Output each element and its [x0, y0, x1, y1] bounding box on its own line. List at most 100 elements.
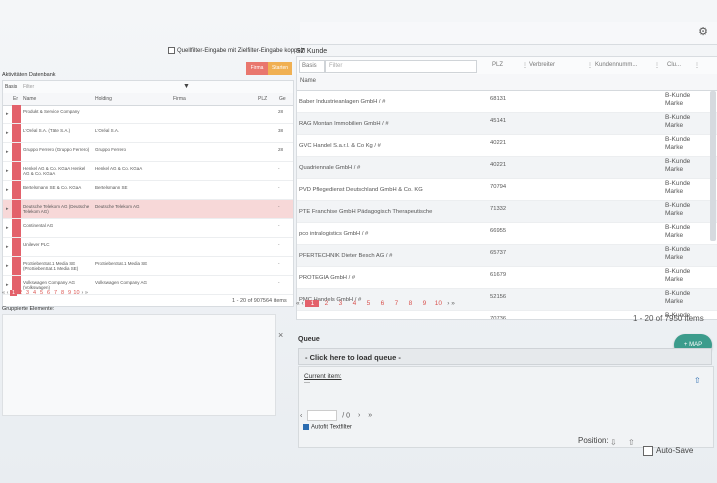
download-icon[interactable]: ⇩	[610, 438, 617, 447]
last-page-icon[interactable]: »	[451, 300, 455, 307]
table-row[interactable]: PTE Franchise GmbH Pädagogisch Therapeut…	[297, 201, 717, 223]
prev-page-icon[interactable]: ‹	[301, 300, 303, 307]
menu-icon[interactable]: ⋮	[587, 62, 593, 69]
table-row[interactable]: ▸ Bertelsmann SE & Co. KGaA Bertelsmann SE…	[3, 181, 293, 200]
scrollbar[interactable]	[710, 91, 716, 241]
prev-page-icon[interactable]: ‹	[7, 290, 9, 296]
page-3[interactable]: 3	[24, 290, 31, 296]
autosave-checkbox[interactable]: Auto-Save	[643, 446, 693, 456]
right-filter-input[interactable]: Filter	[325, 60, 477, 73]
table-row[interactable]: Quadriennale GmbH / # 40221 B-Kunde Marke	[297, 157, 717, 179]
table-row[interactable]: ▸ Continental AG -	[3, 219, 293, 238]
col-firma[interactable]: Firma	[173, 96, 186, 102]
right-basis-select[interactable]: Basis	[299, 60, 325, 73]
col-clu-header[interactable]: Clu...	[667, 62, 681, 68]
filter-icon[interactable]: ⚙	[695, 25, 711, 41]
close-icon[interactable]: ×	[278, 330, 283, 340]
col-expand: Er	[13, 96, 18, 102]
row-name: GVC Handel S.a.r.l. & Co Kg / #	[299, 143, 381, 149]
page-6[interactable]: 6	[45, 290, 52, 296]
first-page-icon[interactable]: «	[2, 290, 5, 296]
table-row[interactable]: Baber Industrieanlagen GmbH / # 68131 B-Ku…	[297, 91, 717, 113]
left-basis-select[interactable]: Basis	[5, 84, 17, 90]
checkbox-icon[interactable]	[168, 47, 175, 54]
expand-icon[interactable]: ▸	[6, 225, 9, 231]
table-row[interactable]: ▸ Unilever PLC -	[3, 238, 293, 257]
table-row[interactable]: PFERTECHNIK Dieter Besch AG / # 65737 B-Ku…	[297, 245, 717, 267]
expand-icon[interactable]: ▸	[6, 244, 9, 250]
table-row[interactable]: ▸ L'Oréal S.A. (Täte S.A.) L'Oréal S.A. 38	[3, 124, 293, 143]
table-row[interactable]: ▸ ProSiebenSat.1 Media SE (ProSiebenSat.1…	[3, 257, 293, 276]
col-verbreiter-header[interactable]: Verbreiter	[529, 62, 555, 68]
page-10[interactable]: 10	[73, 290, 80, 296]
page-9[interactable]: 9	[66, 290, 73, 296]
table-row[interactable]: ▸ Produkt & Service Company 28	[3, 105, 293, 124]
page-10[interactable]: 10	[431, 300, 445, 307]
col-kunden-header[interactable]: Kundennumm...	[595, 62, 637, 68]
expand-icon[interactable]: ▸	[6, 149, 9, 155]
checkbox-icon[interactable]	[303, 424, 309, 430]
page-7[interactable]: 7	[52, 290, 59, 296]
last-icon[interactable]: »	[368, 412, 372, 419]
page-4[interactable]: 4	[347, 300, 361, 307]
row-kunde: B-KundeMarke	[665, 136, 690, 152]
table-row[interactable]: RAG Montan Immobilien GmbH / # 45141 B-Kun…	[297, 113, 717, 135]
page-5[interactable]: 5	[361, 300, 375, 307]
next-icon[interactable]: ›	[358, 412, 360, 419]
col-plz-header[interactable]: PLZ	[492, 62, 503, 68]
col-ge[interactable]: Ge	[279, 96, 286, 102]
page-2[interactable]: 2	[17, 290, 24, 296]
page-6[interactable]: 6	[375, 300, 389, 307]
row-kunde-type: B-Kunde	[665, 180, 691, 187]
table-row[interactable]: GVC Handel S.a.r.l. & Co Kg / # 40221 B-Ku…	[297, 135, 717, 157]
prev-icon[interactable]: ‹	[300, 412, 302, 419]
page-2[interactable]: 2	[319, 300, 333, 307]
left-filter-icon[interactable]: ▼	[183, 83, 190, 90]
page-9[interactable]: 9	[417, 300, 431, 307]
expand-icon[interactable]: ▸	[6, 168, 9, 174]
menu-icon[interactable]: ⋮	[522, 62, 528, 69]
page-5[interactable]: 5	[38, 290, 45, 296]
page-4[interactable]: 4	[31, 290, 38, 296]
couple-filter-checkbox[interactable]: Quellfilter-Eingabe mit Zielfilter-Einga…	[168, 47, 305, 54]
load-queue-bar[interactable]: - Click here to load queue -	[298, 348, 712, 365]
expand-icon[interactable]: ▸	[6, 282, 9, 288]
col-name[interactable]: Name	[23, 96, 36, 102]
page-7[interactable]: 7	[389, 300, 403, 307]
page-1[interactable]: 1	[305, 300, 320, 307]
expand-icon[interactable]: ▸	[6, 130, 9, 136]
grouped-elements-area[interactable]	[2, 314, 276, 416]
col-plz[interactable]: PLZ	[258, 96, 267, 102]
table-row[interactable]: ▸ Henkel AG & Co. KGaA Henkel AG & Co. KG…	[3, 162, 293, 181]
menu-icon[interactable]: ⋮	[654, 62, 660, 69]
upload-icon[interactable]: ⇧	[628, 438, 635, 447]
expand-icon[interactable]: ▸	[6, 187, 9, 193]
expand-icon[interactable]: ▸	[6, 111, 9, 117]
next-page-icon[interactable]: ›	[447, 300, 449, 307]
left-filter-input[interactable]: Filter	[23, 84, 34, 90]
last-page-icon[interactable]: »	[85, 290, 88, 296]
next-page-icon[interactable]: ›	[82, 290, 84, 296]
expand-icon[interactable]: ▸	[6, 263, 9, 269]
table-row[interactable]: ▸ Deutsche Telekom AG (Deutsche Telekom A…	[3, 200, 293, 219]
table-row[interactable]: PVD Pflegedienst Deutschland GmbH & Co. …	[297, 179, 717, 201]
col-name-header[interactable]: Name	[300, 78, 316, 84]
starten-button[interactable]: Starten	[268, 62, 292, 75]
upload-icon[interactable]: ⇧	[694, 376, 701, 385]
first-page-icon[interactable]: «	[296, 300, 300, 307]
queue-index-input[interactable]	[307, 410, 338, 421]
page-8[interactable]: 8	[59, 290, 66, 296]
page-8[interactable]: 8	[403, 300, 417, 307]
checkbox-icon[interactable]	[643, 446, 653, 456]
table-row[interactable]: pco intralogistics GmbH / # 66955 B-Kunde M…	[297, 223, 717, 245]
table-row[interactable]: PROTEGIA GmbH / # 61679 B-Kunde Marke	[297, 267, 717, 289]
row-kunde: B-KundeMarke	[665, 268, 690, 284]
page-3[interactable]: 3	[333, 300, 347, 307]
expand-icon[interactable]: ▸	[6, 206, 9, 212]
table-row[interactable]: ▸ Gruppo Ferrero (Gruppo Ferrero) Gruppo F…	[3, 143, 293, 162]
firma-button[interactable]: Firma	[246, 62, 268, 75]
page-1[interactable]: 1	[9, 290, 17, 296]
menu-icon[interactable]: ⋮	[694, 62, 700, 69]
col-holding[interactable]: Holding	[95, 96, 112, 102]
autofit-checkbox[interactable]: Autofit Textfilter	[303, 424, 352, 431]
